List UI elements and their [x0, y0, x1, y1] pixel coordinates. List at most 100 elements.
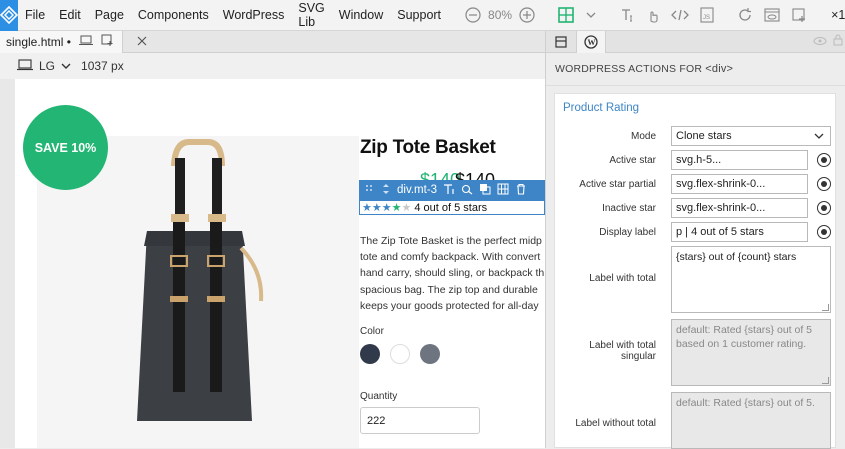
rating-label: 4 out of 5 stars — [414, 201, 488, 214]
display-label-label: Display label — [599, 227, 656, 238]
tab-properties[interactable] — [546, 31, 576, 53]
menu-svg-lib[interactable]: SVG Lib — [291, 1, 331, 29]
add-frame-icon[interactable] — [101, 34, 114, 50]
svg-text:JS: JS — [703, 15, 710, 21]
element-toolbar: div.mt-3 — [359, 180, 545, 200]
target-picker-icon[interactable] — [817, 225, 831, 239]
app-logo-icon[interactable] — [0, 0, 18, 31]
drag-handle-icon[interactable] — [365, 184, 375, 197]
mode-select[interactable]: Clone stars — [671, 126, 831, 146]
color-swatch-navy[interactable] — [360, 344, 380, 364]
grid-layout-icon[interactable] — [552, 4, 580, 26]
hand-pointer-icon[interactable] — [640, 4, 666, 26]
panel-tabs: W — [546, 30, 845, 53]
label-singular-placeholder: default: Rated {stars} out of 5 based on… — [676, 324, 813, 350]
label-with-total-label: Label with total — [589, 273, 656, 284]
menu-edit[interactable]: Edit — [52, 8, 88, 22]
trash-icon[interactable] — [515, 183, 527, 198]
quantity-input[interactable]: 222 — [360, 407, 480, 434]
color-swatch-white[interactable] — [390, 344, 410, 364]
tab-single-html[interactable]: single.html • — [0, 30, 123, 53]
product-description: The Zip Tote Basket is the perfect midp … — [360, 233, 545, 314]
page-preview: SAVE 10% Zip Tote Basket $140 $140 div.m… — [15, 79, 545, 448]
color-swatch-gray[interactable] — [420, 344, 440, 364]
refresh-icon[interactable] — [732, 4, 758, 26]
zoom-in-icon[interactable] — [514, 4, 540, 26]
laptop-icon[interactable] — [17, 58, 33, 74]
properties-panel: W WORDPRESS ACTIONS FOR <div> Product Ra… — [546, 30, 845, 449]
duplicate-icon[interactable] — [479, 183, 491, 198]
menu-page[interactable]: Page — [88, 8, 131, 22]
close-icon[interactable] — [137, 35, 147, 49]
rating-stars: ★★★★★ — [362, 202, 411, 214]
panel-header-tag: <div> — [705, 63, 734, 75]
display-label-field[interactable]: p | 4 out of 5 stars — [671, 222, 808, 242]
preview-icon[interactable] — [758, 4, 786, 26]
eye-icon[interactable] — [813, 35, 827, 49]
color-label: Color — [360, 326, 384, 337]
lock-icon[interactable] — [833, 34, 843, 49]
design-canvas: SAVE 10% Zip Tote Basket $140 $140 div.m… — [0, 79, 545, 448]
laptop-icon[interactable] — [78, 34, 93, 49]
star-inactive-icon: ★ — [401, 201, 412, 214]
panel-header-title: WORDPRESS ACTIONS FOR — [555, 63, 703, 75]
chevron-down-icon[interactable] — [580, 4, 602, 26]
active-star-label: Active star — [609, 155, 656, 166]
tab-wordpress[interactable]: W — [576, 30, 606, 53]
active-partial-field[interactable]: svg.flex-shrink-0... — [671, 174, 808, 194]
label-singular-label: Label with total singular — [589, 340, 656, 362]
menu-bar: File Edit Page Components WordPress SVG … — [0, 0, 845, 31]
device-width: 1037 px — [81, 59, 124, 73]
resize-handle-icon[interactable] — [822, 304, 829, 311]
resize-handle-icon[interactable] — [822, 377, 829, 384]
product-title: Zip Tote Basket — [360, 137, 496, 158]
js-file-icon[interactable]: JS — [694, 4, 720, 26]
device-size-select[interactable]: LG — [39, 59, 55, 73]
link-icon[interactable] — [461, 183, 473, 198]
menu-wordpress[interactable]: WordPress — [216, 8, 292, 22]
section-title: Product Rating — [563, 102, 640, 114]
menu-components[interactable]: Components — [131, 8, 216, 22]
description-line: hand carry, should sling, or backpack th — [360, 267, 545, 280]
zoom-level: 80% — [488, 8, 513, 22]
unsaved-indicator: • — [66, 34, 71, 49]
grid-icon[interactable] — [497, 183, 509, 198]
menu-window[interactable]: Window — [332, 8, 390, 22]
star-active-icon: ★ — [381, 201, 392, 214]
menu-file[interactable]: File — [18, 8, 52, 22]
zoom-out-icon[interactable] — [460, 4, 486, 26]
target-picker-icon[interactable] — [817, 153, 831, 167]
active-partial-label: Active star partial — [579, 179, 656, 190]
label-without-total-textarea[interactable]: default: Rated {stars} out of 5. — [671, 392, 831, 449]
device-bar: LG 1037 px — [0, 53, 545, 79]
text-cursor-icon[interactable] — [614, 4, 640, 26]
description-line: keeps your goods protected for all-day — [360, 299, 539, 312]
multiplier-button[interactable]: ×1 — [824, 8, 845, 22]
code-icon[interactable] — [666, 4, 694, 26]
product-rating[interactable]: ★★★★★ 4 out of 5 stars — [359, 200, 545, 215]
move-arrows-icon[interactable] — [381, 183, 391, 198]
label-singular-textarea[interactable]: default: Rated {stars} out of 5 based on… — [671, 319, 831, 386]
description-line: tote and comfy backpack. With convert — [360, 251, 541, 264]
label-with-total-value: {stars} out of {count} stars — [676, 251, 797, 263]
menu-support[interactable]: Support — [390, 8, 448, 22]
active-star-field[interactable]: svg.h-5... — [671, 150, 808, 170]
target-picker-icon[interactable] — [817, 201, 831, 215]
label-with-total-textarea[interactable]: {stars} out of {count} stars — [671, 246, 831, 313]
quantity-label: Quantity — [360, 391, 398, 402]
label-without-total-placeholder: default: Rated {stars} out of 5. — [676, 397, 815, 409]
text-edit-icon[interactable] — [443, 183, 455, 198]
inactive-star-field[interactable]: svg.flex-shrink-0... — [671, 198, 808, 218]
star-active-icon: ★ — [371, 201, 382, 214]
target-picker-icon[interactable] — [817, 177, 831, 191]
selected-element-name: div.mt-3 — [397, 184, 438, 196]
description-line: The Zip Tote Basket is the perfect midp — [360, 235, 542, 247]
inactive-star-label: Inactive star — [602, 203, 656, 214]
add-frame-icon[interactable] — [786, 4, 812, 26]
document-tab-bar: single.html • — [0, 30, 545, 53]
svg-text:W: W — [588, 38, 596, 47]
description-line: spacious bag. The zip top and durable — [360, 283, 538, 296]
chevron-down-icon[interactable] — [61, 59, 71, 73]
discount-badge: SAVE 10% — [23, 105, 108, 190]
chevron-down-icon — [814, 133, 824, 139]
